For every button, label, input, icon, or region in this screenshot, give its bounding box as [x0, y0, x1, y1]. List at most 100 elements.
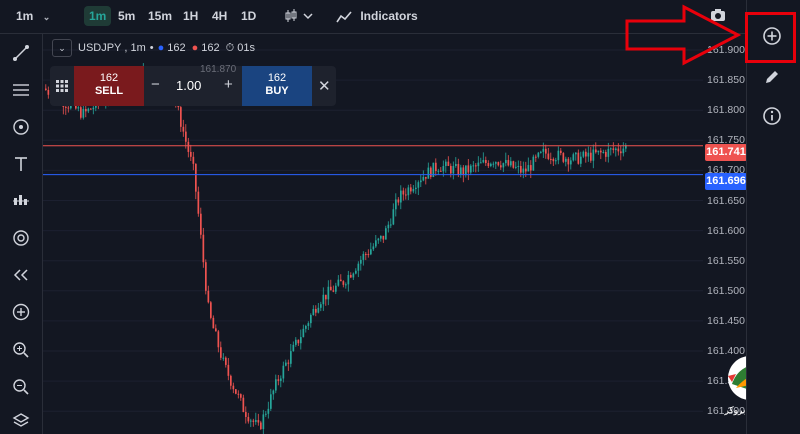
candle-body [287, 362, 290, 364]
candle-body [92, 107, 95, 110]
legend-interval: 1m [130, 42, 146, 54]
candle-body [405, 194, 407, 196]
candle-body [547, 153, 550, 159]
candle-body [597, 150, 600, 153]
layers-tool[interactable] [8, 408, 34, 434]
candle-body [412, 189, 415, 192]
timeframe-4h[interactable]: 4H [212, 6, 227, 26]
candle-body [370, 249, 372, 255]
pattern-tool[interactable] [8, 188, 34, 214]
timeframe-15m[interactable]: 15m [148, 6, 172, 26]
increase-button[interactable]: + [224, 76, 233, 93]
close-panel-button[interactable]: ✕ [318, 77, 331, 95]
candle-body [302, 328, 305, 338]
buy-button[interactable]: 162 BUY [242, 66, 312, 106]
chevron-down-icon: ⌄ [42, 12, 51, 22]
candle-body [550, 158, 552, 160]
edit-button[interactable] [763, 68, 781, 91]
candle-body [545, 148, 547, 154]
candle-body [202, 234, 205, 263]
candle-body [422, 176, 425, 181]
candle-body [482, 160, 485, 163]
candle-body [552, 158, 555, 162]
candle-body [397, 199, 400, 203]
candle-body [180, 107, 182, 127]
legend-ask: 162 [201, 42, 220, 54]
candle-body [240, 394, 242, 398]
candle-body [210, 302, 212, 318]
candle-body [487, 163, 490, 167]
sell-label: SELL [94, 85, 124, 97]
interval-selector[interactable]: 1m ⌄ [16, 6, 50, 26]
candle-body [435, 162, 437, 172]
buy-value: 162 [267, 72, 287, 84]
candle-body [200, 213, 202, 235]
candle-body [387, 224, 390, 229]
candle-body [520, 165, 522, 173]
sell-button[interactable]: 162 SELL [74, 66, 144, 106]
target-tool[interactable] [8, 225, 34, 251]
candle-body [447, 161, 450, 166]
candle-body [192, 156, 195, 164]
chart-type-button[interactable] [284, 8, 314, 28]
candle-body [395, 199, 397, 210]
add-tool[interactable] [8, 299, 34, 325]
buy-label: BUY [265, 85, 289, 97]
candle-body [402, 190, 405, 195]
legend-countdown: 01s [237, 42, 255, 54]
timeframe-1m[interactable]: 1m [84, 6, 112, 26]
indicators-button[interactable]: Indicators [336, 6, 418, 26]
candle-body [312, 308, 315, 315]
candle-body [467, 165, 470, 173]
price-tick: 161.450 [707, 314, 745, 327]
timeframe-5m[interactable]: 5m [118, 6, 135, 26]
candle-body [537, 152, 540, 157]
candle-body [285, 362, 287, 366]
candle-body [407, 187, 410, 196]
candle-body [415, 187, 417, 190]
grid-menu-button[interactable] [56, 79, 68, 97]
candle-body [65, 106, 67, 108]
horizontal-lines-tool[interactable] [8, 77, 34, 103]
candle-body [577, 152, 580, 164]
zoom-out-tool[interactable] [8, 374, 34, 400]
candles-icon [285, 9, 313, 22]
candle-body [212, 317, 215, 329]
candle-body [480, 162, 482, 164]
info-button[interactable] [762, 106, 782, 131]
trend-line-tool[interactable] [8, 40, 34, 66]
candle-body [292, 344, 295, 352]
candle-body [602, 151, 605, 153]
zoom-in-tool[interactable] [8, 337, 34, 363]
zoom-out-icon [13, 379, 29, 395]
candle-body [462, 167, 465, 176]
candle-body [305, 325, 307, 329]
candle-body [380, 235, 382, 239]
candle-body [280, 378, 282, 381]
legend-collapse-button[interactable]: ⌄ [52, 39, 72, 57]
cursor-tool[interactable] [8, 114, 34, 140]
candle-body [355, 270, 357, 274]
candle-body [532, 156, 535, 171]
decrease-button[interactable]: − [151, 76, 160, 93]
trend-line-icon [13, 45, 29, 61]
text-icon [15, 157, 27, 171]
left-drawing-toolbar [0, 34, 43, 434]
candle-body [242, 397, 245, 413]
candle-body [220, 347, 222, 358]
quantity-input[interactable]: 1.00 [176, 78, 201, 93]
candle-body [317, 307, 320, 313]
candle-body [290, 351, 292, 364]
candle-body [590, 152, 592, 161]
measure-tool[interactable] [8, 262, 34, 288]
candle-body [352, 273, 355, 278]
candle-body [525, 168, 527, 172]
timeframe-1h[interactable]: 1H [183, 6, 198, 26]
candle-body [535, 156, 537, 158]
candle-body [527, 165, 530, 172]
candle-body [420, 180, 422, 183]
candle-body [265, 413, 267, 415]
timeframe-1d[interactable]: 1D [241, 6, 256, 26]
annotation-highlight-box [745, 12, 796, 63]
text-tool[interactable] [8, 151, 34, 177]
